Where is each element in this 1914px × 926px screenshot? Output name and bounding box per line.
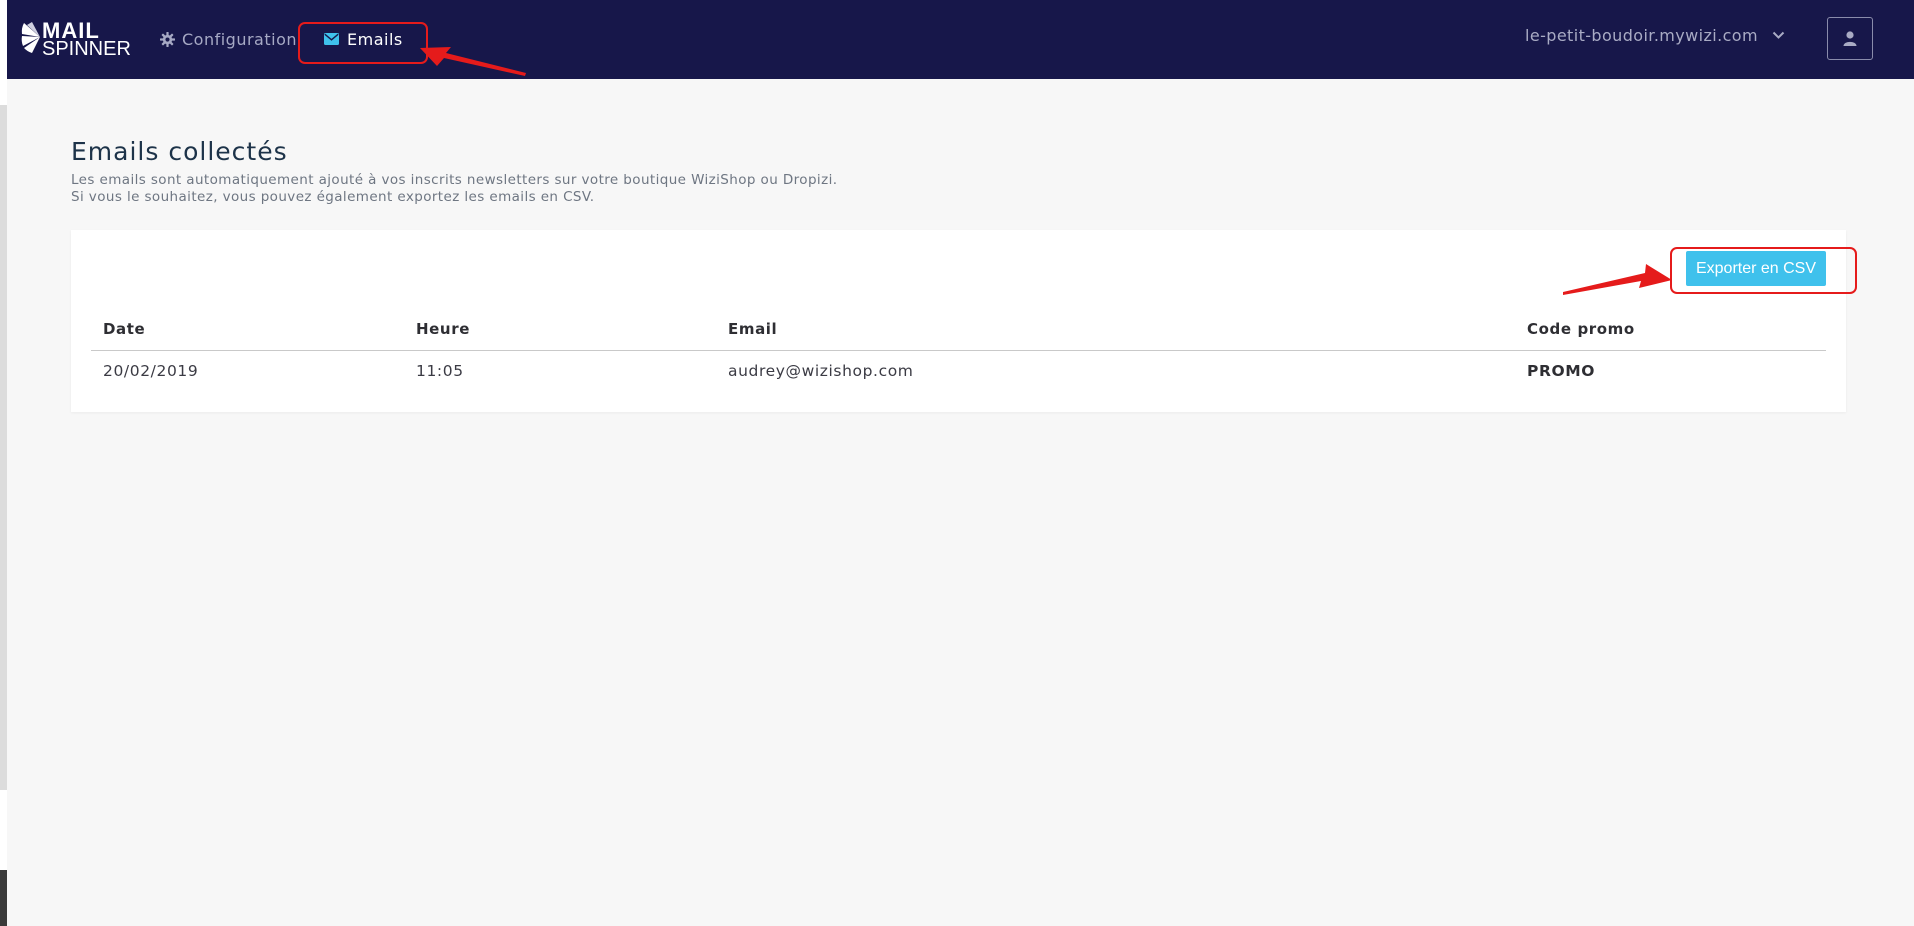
column-header-code-promo: Code promo — [1527, 320, 1635, 338]
left-edge-dark — [0, 870, 7, 926]
annotation-highlight-emails — [298, 22, 428, 64]
shop-domain: le-petit-boudoir.mywizi.com — [1525, 26, 1758, 45]
logo-text-spinner: SPINNER — [42, 38, 131, 60]
column-header-email: Email — [728, 320, 778, 338]
mailspinner-logo[interactable]: MAIL SPINNER — [20, 18, 140, 60]
left-edge-strip — [0, 105, 7, 790]
spinner-logo-icon — [21, 22, 40, 53]
page-description: Les emails sont automatiquement ajouté à… — [71, 172, 837, 206]
user-menu-button[interactable] — [1827, 17, 1873, 60]
gear-icon — [160, 31, 175, 47]
column-header-heure: Heure — [416, 320, 470, 338]
user-icon — [1843, 31, 1857, 46]
cell-date: 20/02/2019 — [103, 362, 199, 380]
chevron-down-icon — [1772, 31, 1785, 39]
nav-configuration[interactable]: Configuration — [160, 27, 297, 51]
table-header-divider — [91, 350, 1826, 351]
cell-heure: 11:05 — [416, 362, 464, 380]
page-description-line-1: Les emails sont automatiquement ajouté à… — [71, 172, 838, 188]
cell-code-promo: PROMO — [1527, 362, 1596, 380]
top-navbar: MAIL SPINNER Configuration Emails le-pet… — [7, 0, 1914, 79]
annotation-highlight-export — [1670, 247, 1857, 294]
page-description-line-2: Si vous le souhaitez, vous pouvez égalem… — [71, 189, 595, 205]
left-window-edge — [0, 0, 7, 926]
nav-configuration-label: Configuration — [182, 29, 298, 49]
page-title: Emails collectés — [71, 137, 288, 166]
column-header-date: Date — [103, 320, 146, 338]
cell-email: audrey@wizishop.com — [728, 362, 914, 380]
shop-selector[interactable]: le-petit-boudoir.mywizi.com — [1525, 26, 1785, 45]
